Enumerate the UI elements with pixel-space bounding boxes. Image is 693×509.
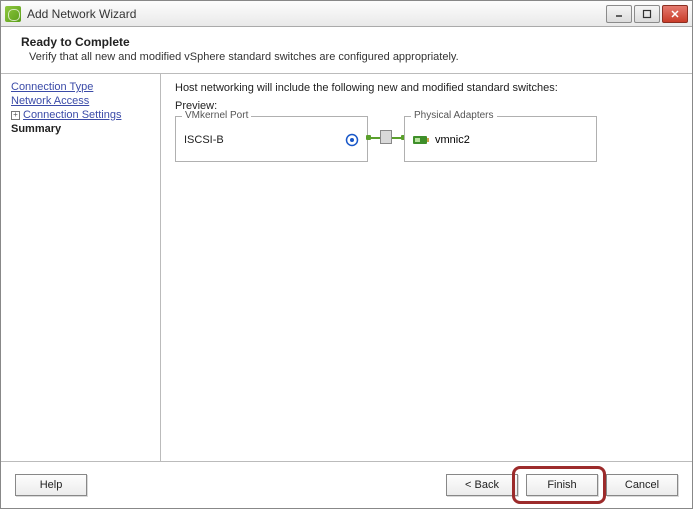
vmkernel-legend: VMkernel Port bbox=[182, 110, 251, 121]
cancel-button[interactable]: Cancel bbox=[606, 474, 678, 496]
step-network-access[interactable]: Network Access bbox=[11, 94, 156, 108]
wizard-body: Connection Type Network Access + Connect… bbox=[1, 74, 692, 461]
vswitch-icon bbox=[380, 130, 392, 144]
back-button[interactable]: < Back bbox=[446, 474, 518, 496]
page-title: Ready to Complete bbox=[21, 35, 676, 49]
physical-adapters-group: Physical Adapters vmnic2 bbox=[404, 116, 597, 162]
window-title: Add Network Wizard bbox=[27, 7, 606, 21]
vmkernel-port-group: VMkernel Port ISCSI-B bbox=[175, 116, 368, 162]
app-icon bbox=[5, 6, 21, 22]
switch-preview: VMkernel Port ISCSI-B bbox=[175, 116, 678, 162]
switch-connector bbox=[368, 124, 404, 150]
vmkernel-name: ISCSI-B bbox=[184, 134, 224, 146]
finish-button[interactable]: Finish bbox=[526, 474, 598, 496]
step-connection-type[interactable]: Connection Type bbox=[11, 80, 156, 94]
main-pane: Host networking will include the followi… bbox=[161, 74, 692, 461]
wizard-header: Ready to Complete Verify that all new an… bbox=[1, 27, 692, 74]
wizard-steps-sidebar: Connection Type Network Access + Connect… bbox=[1, 74, 161, 461]
physical-adapters-legend: Physical Adapters bbox=[411, 110, 497, 121]
window-controls bbox=[606, 5, 688, 23]
expand-icon[interactable]: + bbox=[11, 111, 20, 120]
wizard-window: Add Network Wizard Ready to Complete Ver… bbox=[0, 0, 693, 509]
maximize-button[interactable] bbox=[634, 5, 660, 23]
physical-adapter-entry: vmnic2 bbox=[413, 127, 588, 153]
step-summary: Summary bbox=[11, 122, 156, 136]
step-connection-settings[interactable]: Connection Settings bbox=[23, 108, 121, 122]
nic-icon bbox=[413, 134, 429, 146]
wizard-footer: Help < Back Finish Cancel bbox=[1, 461, 692, 508]
instruction-text: Host networking will include the followi… bbox=[175, 82, 678, 94]
close-button[interactable] bbox=[662, 5, 688, 23]
finish-highlight: Finish bbox=[518, 472, 600, 498]
physical-adapter-name: vmnic2 bbox=[435, 134, 470, 146]
vmkernel-icon bbox=[345, 133, 359, 147]
vmkernel-entry: ISCSI-B bbox=[184, 127, 359, 153]
page-subtitle: Verify that all new and modified vSphere… bbox=[21, 51, 676, 63]
minimize-button[interactable] bbox=[606, 5, 632, 23]
help-button[interactable]: Help bbox=[15, 474, 87, 496]
titlebar: Add Network Wizard bbox=[1, 1, 692, 27]
